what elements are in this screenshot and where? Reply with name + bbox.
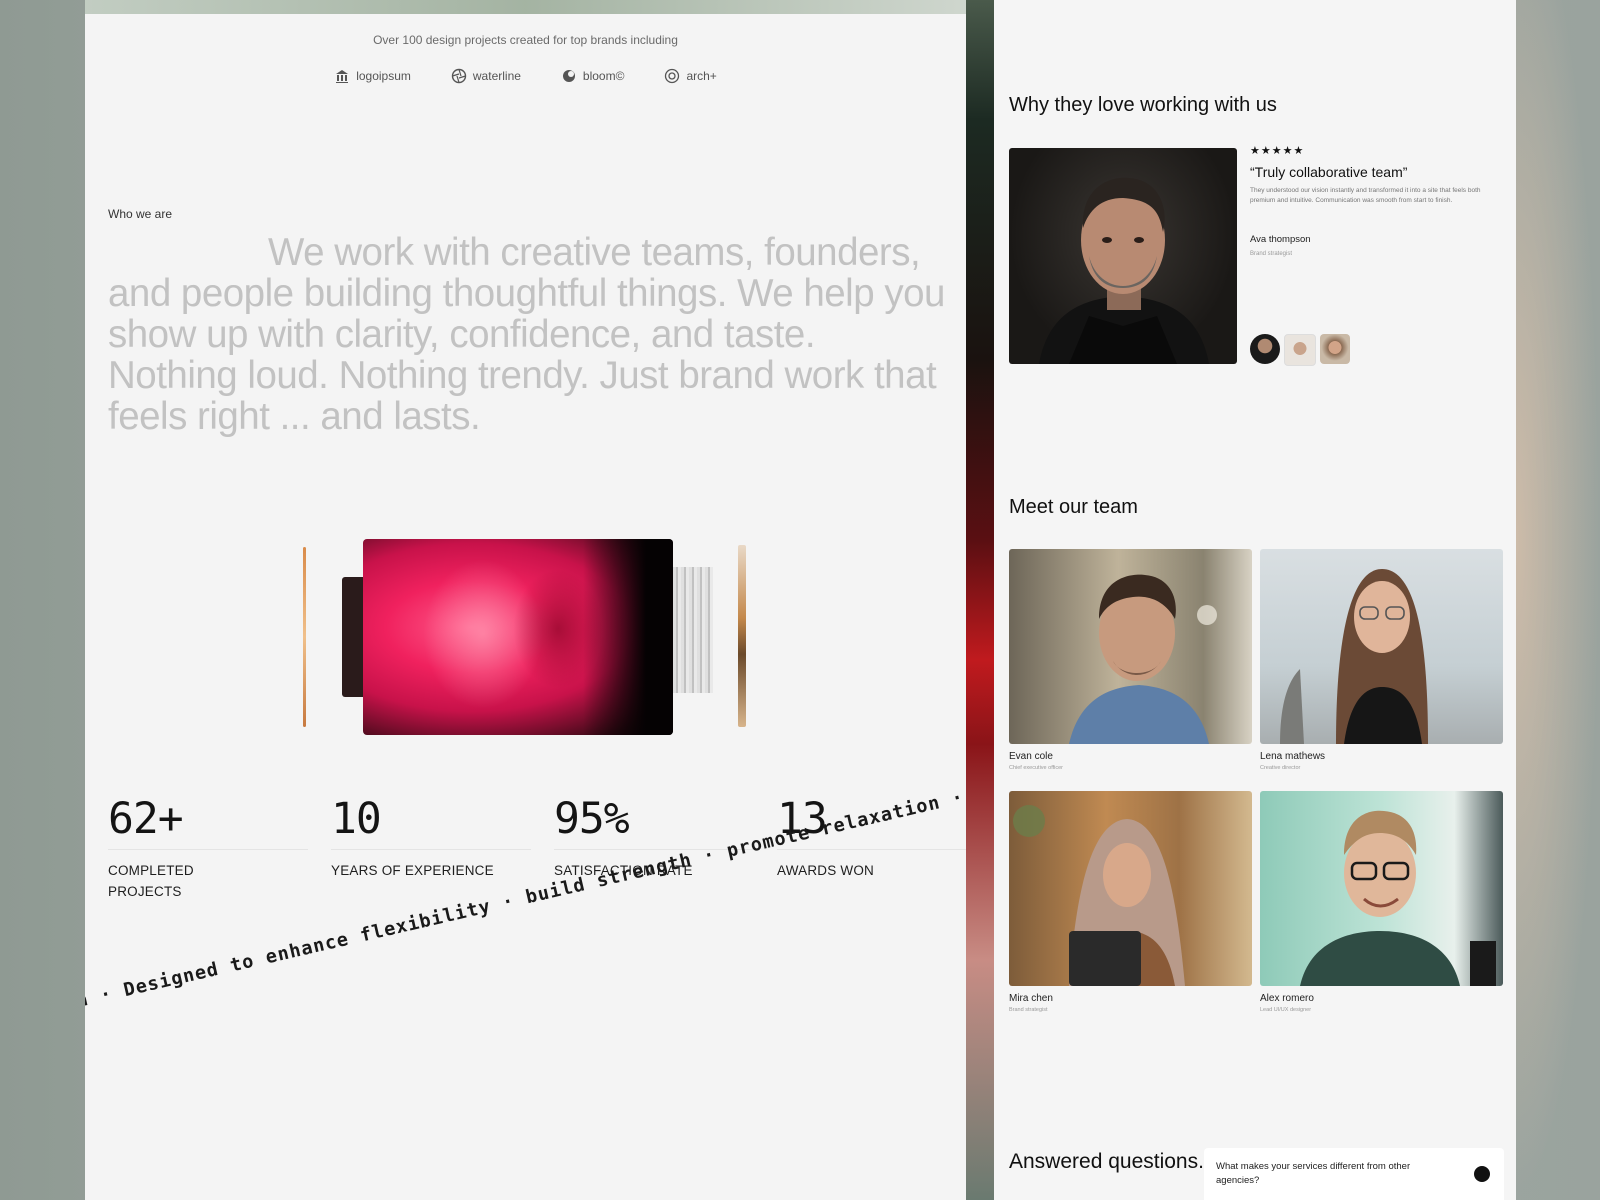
portrait-man-illustration <box>1039 177 1209 364</box>
stat-label: COMPLETED PROJECTS <box>108 863 194 899</box>
hero-image-edge <box>85 0 966 14</box>
image-carousel[interactable] <box>85 535 966 745</box>
member-photo <box>1009 549 1252 744</box>
portrait-illustration <box>1300 810 1496 986</box>
testimonial-author: Ava thompson <box>1250 234 1311 245</box>
member-name: Alex romero <box>1260 993 1314 1004</box>
stat-value: 95% <box>554 794 630 844</box>
testimonial-quote: “Truly collaborative team” <box>1250 164 1408 180</box>
faq-title: Answered questions. <box>1009 1150 1204 1173</box>
member-photo <box>1009 791 1252 986</box>
team-page-panel: Why they love working with us ★★★★★ “Tru… <box>994 0 1516 1200</box>
faq-toggle-icon[interactable] <box>1474 1166 1490 1182</box>
stat-divider <box>108 849 308 850</box>
columns-logo-icon <box>336 70 349 83</box>
brand-logo-label: logoipsum <box>356 69 411 83</box>
brand-logo-waterline: waterline <box>451 68 521 84</box>
stat-label: YEARS OF EXPERIENCE <box>331 863 494 878</box>
team-title: Meet our team <box>1009 496 1138 518</box>
mission-statement: We work with creative teams, founders, a… <box>108 231 945 438</box>
stat-divider <box>331 849 531 850</box>
brand-logo-arch: arch+ <box>664 68 717 84</box>
rating-stars: ★★★★★ <box>1250 145 1305 157</box>
about-page-panel: Over 100 design projects created for top… <box>85 0 966 1200</box>
portrait-dark-edge <box>583 539 673 735</box>
carousel-slide-next <box>673 567 713 693</box>
team-card-mira[interactable]: Mira chen Brand strategist <box>1009 791 1252 1013</box>
section-label-who-we-are: Who we are <box>108 207 173 221</box>
testimonial-avatar-switcher <box>1250 334 1350 366</box>
brand-logo-label: bloom© <box>582 69 625 83</box>
stat-value: 62+ <box>108 794 184 844</box>
portrait-illustration <box>1069 574 1217 744</box>
testimonial-body: They understood our vision instantly and… <box>1250 187 1481 204</box>
faq-item[interactable]: What makes your services different from … <box>1204 1148 1504 1200</box>
member-role: Lead UI/UX designer <box>1260 1007 1312 1013</box>
team-card-lena[interactable]: Lena mathews Creative director <box>1260 549 1503 771</box>
stat-years-experience: 10 YEARS OF EXPERIENCE <box>331 795 531 902</box>
member-role: Creative director <box>1260 765 1301 771</box>
carousel-slide-edge <box>303 547 306 727</box>
brand-logo-label: arch+ <box>686 69 717 83</box>
testimonial-photo <box>1009 148 1237 364</box>
aperture-logo-icon <box>451 68 467 84</box>
bloom-logo-icon <box>562 70 575 82</box>
member-name: Mira chen <box>1009 993 1053 1004</box>
avatar-1[interactable] <box>1250 334 1280 364</box>
member-name: Lena mathews <box>1260 751 1326 762</box>
stat-completed-projects: 62+ COMPLETED PROJECTS <box>108 795 308 902</box>
member-role: Brand strategist <box>1009 1007 1048 1013</box>
team-card-alex[interactable]: Alex romero Lead UI/UX designer <box>1260 791 1503 1013</box>
stat-value: 10 <box>331 794 382 844</box>
portrait-illustration <box>1280 569 1428 744</box>
stat-label: AWARDS WON <box>777 863 874 878</box>
avatar-2[interactable] <box>1284 334 1316 366</box>
member-photo <box>1260 791 1503 986</box>
faq-question: What makes your services different from … <box>1216 1161 1411 1186</box>
portrait-illustration <box>1013 805 1185 986</box>
member-name: Evan cole <box>1009 751 1053 762</box>
brand-logos-row: logoipsum waterline bloom© arch+ <box>85 68 966 84</box>
brands-caption: Over 100 design projects created for top… <box>373 33 678 47</box>
testimonials-title: Why they love working with us <box>1009 94 1277 116</box>
target-logo-icon <box>665 68 680 84</box>
carousel-slide-edge <box>738 545 746 727</box>
brand-logo-logoipsum: logoipsum <box>334 68 411 84</box>
avatar-3[interactable] <box>1320 334 1350 364</box>
team-card-evan[interactable]: Evan cole Chief executive officer <box>1009 549 1252 771</box>
member-photo <box>1260 549 1503 744</box>
brand-logo-bloom: bloom© <box>561 68 625 84</box>
member-role: Chief executive officer <box>1009 765 1064 771</box>
brand-logo-label: waterline <box>472 69 521 83</box>
background-divider <box>966 0 994 1200</box>
testimonial-author-role: Brand strategist <box>1250 251 1293 257</box>
carousel-active-slide[interactable] <box>363 539 673 735</box>
